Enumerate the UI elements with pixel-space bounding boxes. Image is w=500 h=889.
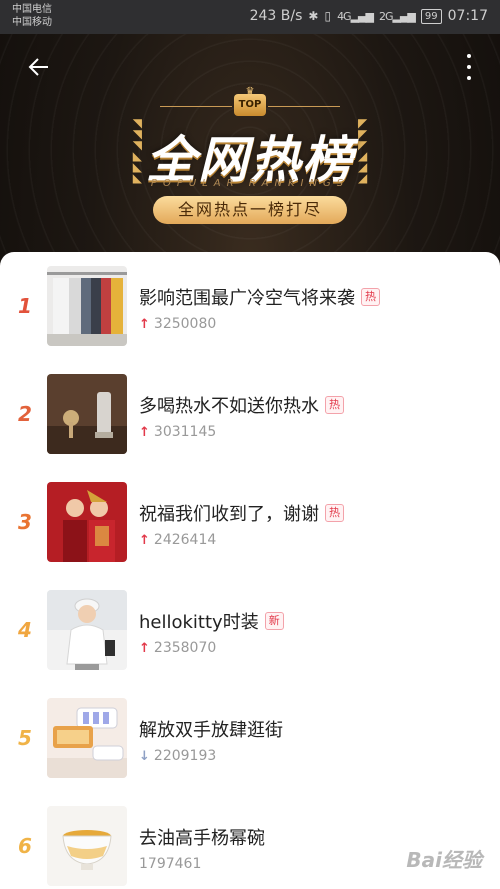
rank-number: 4 (18, 618, 32, 642)
item-title: 祝福我们收到了，谢谢 (139, 504, 319, 525)
status-right: 243 B/s ✱ ▯ 4G▂▄▆ 2G▂▄▆ 99 07:17 (250, 8, 488, 24)
item-meta: ↑ 3031145 (139, 424, 216, 440)
heat-count: 1797461 (139, 856, 202, 872)
trend-down-icon: ↓ (139, 748, 150, 764)
list-item[interactable]: 1 影响范围最广冷空气将来袭 热 ↑ 3250080 (0, 266, 500, 374)
item-meta: ↓ 2209193 (139, 748, 216, 764)
item-title: 解放双手放肆逛街 (139, 720, 283, 741)
list-item[interactable]: 4 hellokitty时装 新 ↑ 2358070 (0, 590, 500, 698)
heat-count: 2209193 (153, 748, 217, 764)
bluetooth-icon: ✱ (308, 9, 319, 23)
hot-badge: 热 (325, 396, 344, 414)
top-badge: TOP (234, 94, 266, 116)
carrier-2: 中国移动 (12, 17, 52, 28)
rank-number: 3 (18, 510, 32, 534)
list-item[interactable]: 2 多喝热水不如送你热水 热 ↑ 3031145 (0, 374, 500, 482)
more-options-button[interactable] (464, 54, 474, 80)
more-dot (467, 65, 471, 69)
more-vertical-icon (467, 54, 471, 58)
heat-count: 2426414 (153, 532, 217, 548)
back-button[interactable] (26, 54, 52, 80)
item-title-row: 去油高手杨幂碗 (139, 824, 265, 850)
item-meta: ↑ 3250080 (139, 316, 216, 332)
hot-badge: 热 (361, 288, 380, 306)
banner-slogan: 全网热点一榜打尽 (153, 196, 347, 224)
item-meta: ↑ 2426414 (139, 532, 216, 548)
network-speed: 243 B/s (249, 8, 303, 24)
banner-divider-right (268, 106, 340, 107)
rank-number: 1 (18, 294, 32, 318)
item-title: hellokitty时装 (139, 612, 259, 633)
trend-up-icon: ↑ (139, 640, 150, 656)
item-title-row: 解放双手放肆逛街 (139, 716, 283, 742)
rank-number: 5 (18, 726, 32, 750)
thumbnail-phone-holder (47, 698, 127, 778)
signal-2: 2G▂▄▆ (378, 9, 416, 23)
signal-1: 4G▂▄▆ (337, 9, 374, 23)
thumbnail-bowl (47, 806, 127, 886)
list-item[interactable]: 5 解放双手放肆逛街 ↓ 2209193 (0, 698, 500, 806)
trend-up-icon: ↑ (139, 532, 150, 548)
item-title: 影响范围最广冷空气将来袭 (139, 288, 355, 309)
battery-indicator: 99 (420, 8, 442, 24)
list-item[interactable]: 3 祝福我们收到了，谢谢 热 ↑ 2426414 (0, 482, 500, 590)
clock: 07:17 (447, 8, 488, 24)
status-bar: 中国电信 中国移动 243 B/s ✱ ▯ 4G▂▄▆ 2G▂▄▆ 99 07:… (0, 0, 500, 34)
carrier-1: 中国电信 (12, 4, 52, 15)
banner-divider-left (160, 106, 232, 107)
heat-count: 3250080 (153, 316, 217, 332)
rank-list: 1 影响范围最广冷空气将来袭 热 ↑ 3250080 2 多喝热水不如送你热水 … (0, 252, 500, 889)
heat-count: 3031145 (153, 424, 217, 440)
arrow-left-icon (28, 58, 48, 76)
item-title-row: 影响范围最广冷空气将来袭 热 (139, 284, 380, 310)
trend-up-icon: ↑ (139, 424, 150, 440)
thumbnail-water-dispenser (47, 374, 127, 454)
banner-subtitle: POPULAR RANKINGS (150, 178, 350, 189)
rank-number: 6 (18, 834, 32, 858)
vibrate-icon: ▯ (324, 9, 332, 23)
item-meta: 1797461 (139, 856, 201, 872)
thumbnail-fashion-girl (47, 590, 127, 670)
item-title-row: 多喝热水不如送你热水 热 (139, 392, 344, 418)
thumbnail-clothing-rack (47, 266, 127, 346)
item-title: 去油高手杨幂碗 (139, 828, 265, 849)
trend-up-icon: ↑ (139, 316, 150, 332)
new-badge: 新 (264, 612, 284, 630)
watermark-logo: Bai经验 (406, 848, 482, 872)
heat-count: 2358070 (153, 640, 217, 656)
hot-badge: 热 (325, 504, 344, 522)
thumbnail-wedding-couple (47, 482, 127, 562)
item-title: 多喝热水不如送你热水 (139, 396, 319, 417)
app-screen: 中国电信 中国移动 243 B/s ✱ ▯ 4G▂▄▆ 2G▂▄▆ 99 07:… (0, 0, 500, 889)
more-dot (467, 76, 471, 80)
item-meta: ↑ 2358070 (139, 640, 216, 656)
item-title-row: 祝福我们收到了，谢谢 热 (139, 500, 344, 526)
rank-number: 2 (18, 402, 32, 426)
item-title-row: hellokitty时装 新 (139, 608, 284, 634)
carrier-info: 中国电信 中国移动 (12, 3, 52, 29)
